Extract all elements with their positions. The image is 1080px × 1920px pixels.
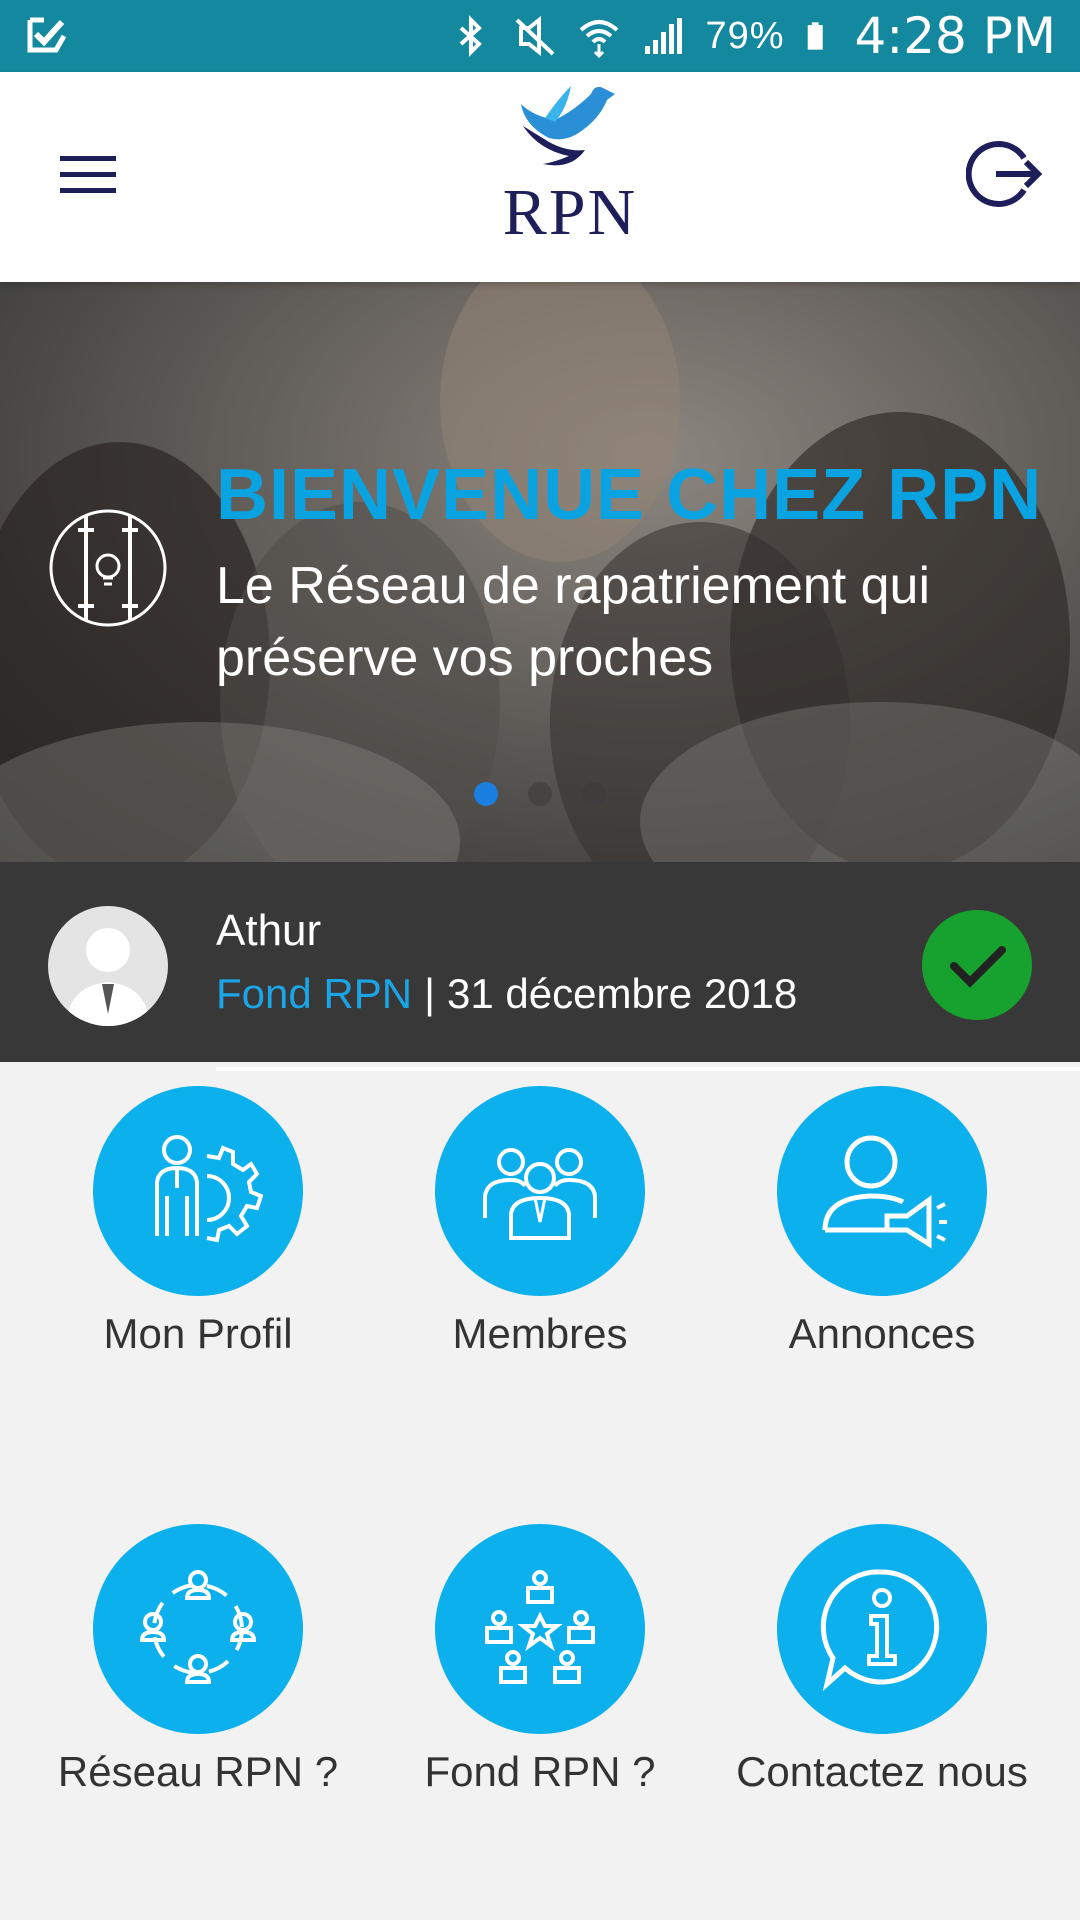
main-menu-grid: Mon Profil Membres Annonces Réseau RPN ?… — [0, 1072, 1080, 1920]
hero-title: BIENVENUE CHEZ RPN — [216, 455, 1043, 535]
hero-subtitle: Le Réseau de rapatriement qui préserve v… — [216, 557, 931, 687]
members-group-icon — [483, 1148, 597, 1240]
menu-item-fond-rpn[interactable]: Fond RPN ? — [370, 1524, 710, 1796]
menu-item-annonces[interactable]: Annonces — [712, 1086, 1052, 1358]
menu-label: Mon Profil — [103, 1310, 293, 1357]
fund-icon — [485, 1570, 595, 1684]
carousel-dot-1[interactable] — [474, 782, 498, 806]
signal-icon — [645, 18, 683, 54]
menu-item-reseau-rpn[interactable]: Réseau RPN ? — [28, 1524, 368, 1796]
user-meta: Fond RPN | 31 décembre 2018 — [216, 970, 797, 1018]
network-icon — [139, 1570, 257, 1684]
menu-item-membres[interactable]: Membres — [370, 1086, 710, 1358]
mute-icon — [516, 15, 555, 57]
membership-date: 31 décembre 2018 — [447, 970, 798, 1017]
battery-percent: 79% — [705, 14, 785, 57]
user-silhouette-icon — [66, 928, 150, 1026]
info-chat-icon — [820, 1569, 940, 1692]
carousel-indicator — [474, 782, 606, 806]
user-name: Athur — [216, 906, 322, 955]
hamburger-icon[interactable] — [60, 152, 130, 202]
battery-icon — [807, 22, 823, 50]
menu-label: Contactez nous — [736, 1748, 1028, 1795]
meta-separator: | — [424, 970, 435, 1017]
hero-carousel[interactable]: BIENVENUE CHEZ RPN Le Réseau de rapatrie… — [0, 282, 1080, 862]
app-header: RPN — [0, 72, 1080, 282]
profile-settings-icon — [155, 1135, 263, 1243]
announcement-icon — [822, 1135, 947, 1249]
user-summary: Athur Fond RPN | 31 décembre 2018 — [0, 862, 1080, 1071]
app-logo: RPN — [470, 80, 670, 275]
avatar[interactable] — [48, 906, 168, 1026]
status-badge — [922, 910, 1032, 1020]
bluetooth-icon — [460, 15, 483, 57]
logout-icon[interactable] — [966, 134, 1046, 214]
menu-label: Annonces — [788, 1310, 976, 1357]
fund-link[interactable]: Fond RPN — [216, 970, 412, 1017]
carousel-dot-3[interactable] — [582, 782, 606, 806]
menu-item-mon-profil[interactable]: Mon Profil — [28, 1086, 368, 1358]
lightbulb-idea-icon — [49, 509, 167, 627]
checkmark-notification-icon — [27, 17, 67, 53]
carousel-dot-2[interactable] — [528, 782, 552, 806]
logo-wordmark: RPN — [502, 176, 638, 249]
wifi-icon — [580, 20, 619, 58]
status-bar: 79% 4:28 PM — [0, 0, 1080, 72]
menu-label: Membres — [452, 1310, 628, 1357]
divider — [216, 1067, 1080, 1071]
menu-item-contactez-nous[interactable]: Contactez nous — [712, 1524, 1052, 1796]
menu-label: Fond RPN ? — [424, 1748, 656, 1795]
check-icon — [950, 946, 1006, 988]
menu-label: Réseau RPN ? — [57, 1748, 339, 1795]
bird-logo-icon — [521, 86, 615, 166]
clock: 4:28 PM — [854, 7, 1056, 65]
